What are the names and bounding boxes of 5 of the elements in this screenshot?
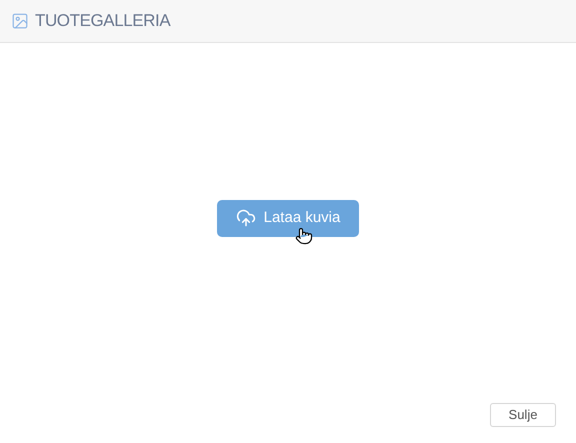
- header-title: TUOTEGALLERIA: [35, 10, 170, 32]
- hand-cursor-icon: [295, 226, 313, 246]
- close-button[interactable]: Sulje: [490, 403, 556, 427]
- cloud-upload-icon: [236, 208, 256, 228]
- image-icon: [11, 12, 29, 30]
